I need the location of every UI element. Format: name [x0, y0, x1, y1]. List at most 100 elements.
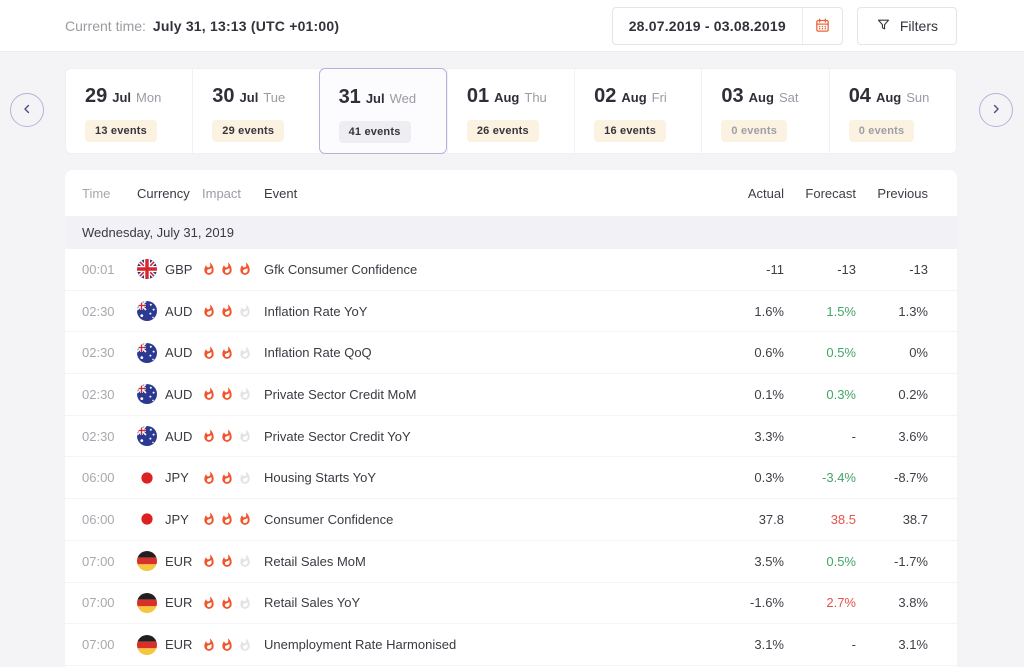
day-month: Aug	[494, 90, 519, 105]
forecast-value: -13	[784, 262, 856, 277]
day-number: 02	[594, 85, 616, 108]
previous-value: 0.2%	[856, 387, 928, 402]
impact-rating	[202, 471, 264, 485]
event-time: 06:00	[82, 470, 137, 485]
previous-value: 1.3%	[856, 304, 928, 319]
table-body: 00:01 GBP Gfk Consumer Confidence -11 -1…	[65, 249, 957, 666]
day-weekday: Mon	[136, 90, 161, 105]
day-events-badge: 0 events	[721, 120, 787, 142]
day-month: Aug	[749, 90, 774, 105]
day-number: 29	[85, 85, 107, 108]
day-carousel-track: 29 Jul Mon 13 events 30 Jul Tue 29 event…	[65, 68, 957, 154]
actual-value: 1.6%	[712, 304, 784, 319]
day-month: Aug	[876, 90, 901, 105]
impact-rating	[202, 346, 264, 360]
calendar-icon[interactable]	[802, 8, 842, 44]
currency-code: GBP	[165, 262, 192, 277]
day-events-badge: 13 events	[85, 120, 157, 142]
day-carousel: 29 Jul Mon 13 events 30 Jul Tue 29 event…	[0, 52, 1024, 170]
currency-code: AUD	[165, 345, 192, 360]
day-events-badge: 29 events	[212, 120, 284, 142]
day-month: Jul	[366, 91, 385, 106]
day-weekday: Thu	[524, 90, 546, 105]
event-row[interactable]: 06:00 JPY Consumer Confidence 37.8 38.5 …	[65, 499, 957, 541]
day-card-03-aug[interactable]: 03 Aug Sat 0 events	[701, 69, 828, 153]
currency-code: EUR	[165, 554, 192, 569]
forecast-value: 2.7%	[784, 595, 856, 610]
event-row[interactable]: 00:01 GBP Gfk Consumer Confidence -11 -1…	[65, 249, 957, 291]
previous-value: 3.6%	[856, 429, 928, 444]
topbar: Current time: July 31, 13:13 (UTC +01:00…	[0, 0, 1024, 52]
impact-rating	[202, 554, 264, 568]
previous-value: 0%	[856, 345, 928, 360]
day-card-04-aug[interactable]: 04 Aug Sun 0 events	[829, 69, 956, 153]
forecast-value: -3.4%	[784, 470, 856, 485]
impact-rating	[202, 429, 264, 443]
current-time: Current time: July 31, 13:13 (UTC +01:00…	[65, 18, 339, 34]
actual-value: 3.1%	[712, 637, 784, 652]
event-row[interactable]: 07:00 EUR Unemployment Rate Harmonised 3…	[65, 624, 957, 666]
day-weekday: Wed	[390, 91, 417, 106]
de-flag-icon	[137, 635, 157, 655]
forecast-value: 0.5%	[784, 554, 856, 569]
flame-icon	[238, 387, 252, 401]
day-events-badge: 0 events	[849, 120, 915, 142]
event-row[interactable]: 02:30 AUD Inflation Rate YoY 1.6% 1.5% 1…	[65, 291, 957, 333]
flame-icon	[220, 596, 234, 610]
event-row[interactable]: 07:00 EUR Retail Sales YoY -1.6% 2.7% 3.…	[65, 583, 957, 625]
event-name: Unemployment Rate Harmonised	[264, 637, 712, 652]
header-impact: Impact	[202, 186, 264, 201]
forecast-value: 0.3%	[784, 387, 856, 402]
header-actual: Actual	[712, 186, 784, 201]
date-range-value: 28.07.2019 - 03.08.2019	[613, 18, 802, 34]
date-range-picker[interactable]: 28.07.2019 - 03.08.2019	[612, 7, 843, 45]
impact-rating	[202, 512, 264, 526]
day-card-31-jul[interactable]: 31 Jul Wed 41 events	[319, 68, 447, 154]
flame-icon	[220, 262, 234, 276]
forecast-value: 38.5	[784, 512, 856, 527]
previous-value: -8.7%	[856, 470, 928, 485]
day-events-badge: 41 events	[339, 121, 411, 143]
day-number: 04	[849, 85, 871, 108]
impact-rating	[202, 596, 264, 610]
day-card-30-jul[interactable]: 30 Jul Tue 29 events	[192, 69, 319, 153]
day-card-29-jul[interactable]: 29 Jul Mon 13 events	[66, 69, 192, 153]
event-row[interactable]: 07:00 EUR Retail Sales MoM 3.5% 0.5% -1.…	[65, 541, 957, 583]
filters-button[interactable]: Filters	[857, 7, 957, 45]
currency-code: JPY	[165, 512, 189, 527]
chevron-right-icon	[989, 102, 1003, 119]
carousel-next-button[interactable]	[979, 93, 1013, 127]
flame-icon	[202, 429, 216, 443]
day-weekday: Fri	[652, 90, 667, 105]
flame-icon	[238, 429, 252, 443]
flame-icon	[220, 471, 234, 485]
day-weekday: Sun	[906, 90, 929, 105]
actual-value: 0.6%	[712, 345, 784, 360]
flame-icon	[202, 596, 216, 610]
header-forecast: Forecast	[784, 186, 856, 201]
carousel-prev-button[interactable]	[10, 93, 44, 127]
flame-icon	[202, 387, 216, 401]
event-row[interactable]: 02:30 AUD Private Sector Credit YoY 3.3%…	[65, 416, 957, 458]
impact-rating	[202, 387, 264, 401]
event-row[interactable]: 02:30 AUD Inflation Rate QoQ 0.6% 0.5% 0…	[65, 332, 957, 374]
actual-value: -11	[712, 262, 784, 277]
event-row[interactable]: 02:30 AUD Private Sector Credit MoM 0.1%…	[65, 374, 957, 416]
day-card-01-aug[interactable]: 01 Aug Thu 26 events	[447, 69, 574, 153]
flame-icon	[202, 638, 216, 652]
previous-value: 3.1%	[856, 637, 928, 652]
date-band: Wednesday, July 31, 2019	[65, 216, 957, 249]
event-time: 00:01	[82, 262, 137, 277]
day-events-badge: 16 events	[594, 120, 666, 142]
day-card-02-aug[interactable]: 02 Aug Fri 16 events	[574, 69, 701, 153]
actual-value: 0.3%	[712, 470, 784, 485]
event-row[interactable]: 06:00 JPY Housing Starts YoY 0.3% -3.4% …	[65, 457, 957, 499]
event-name: Retail Sales YoY	[264, 595, 712, 610]
day-month: Jul	[112, 90, 131, 105]
forecast-value: 0.5%	[784, 345, 856, 360]
currency-code: EUR	[165, 595, 192, 610]
currency-code: AUD	[165, 429, 192, 444]
event-name: Inflation Rate YoY	[264, 304, 712, 319]
de-flag-icon	[137, 593, 157, 613]
filter-icon	[876, 17, 891, 35]
